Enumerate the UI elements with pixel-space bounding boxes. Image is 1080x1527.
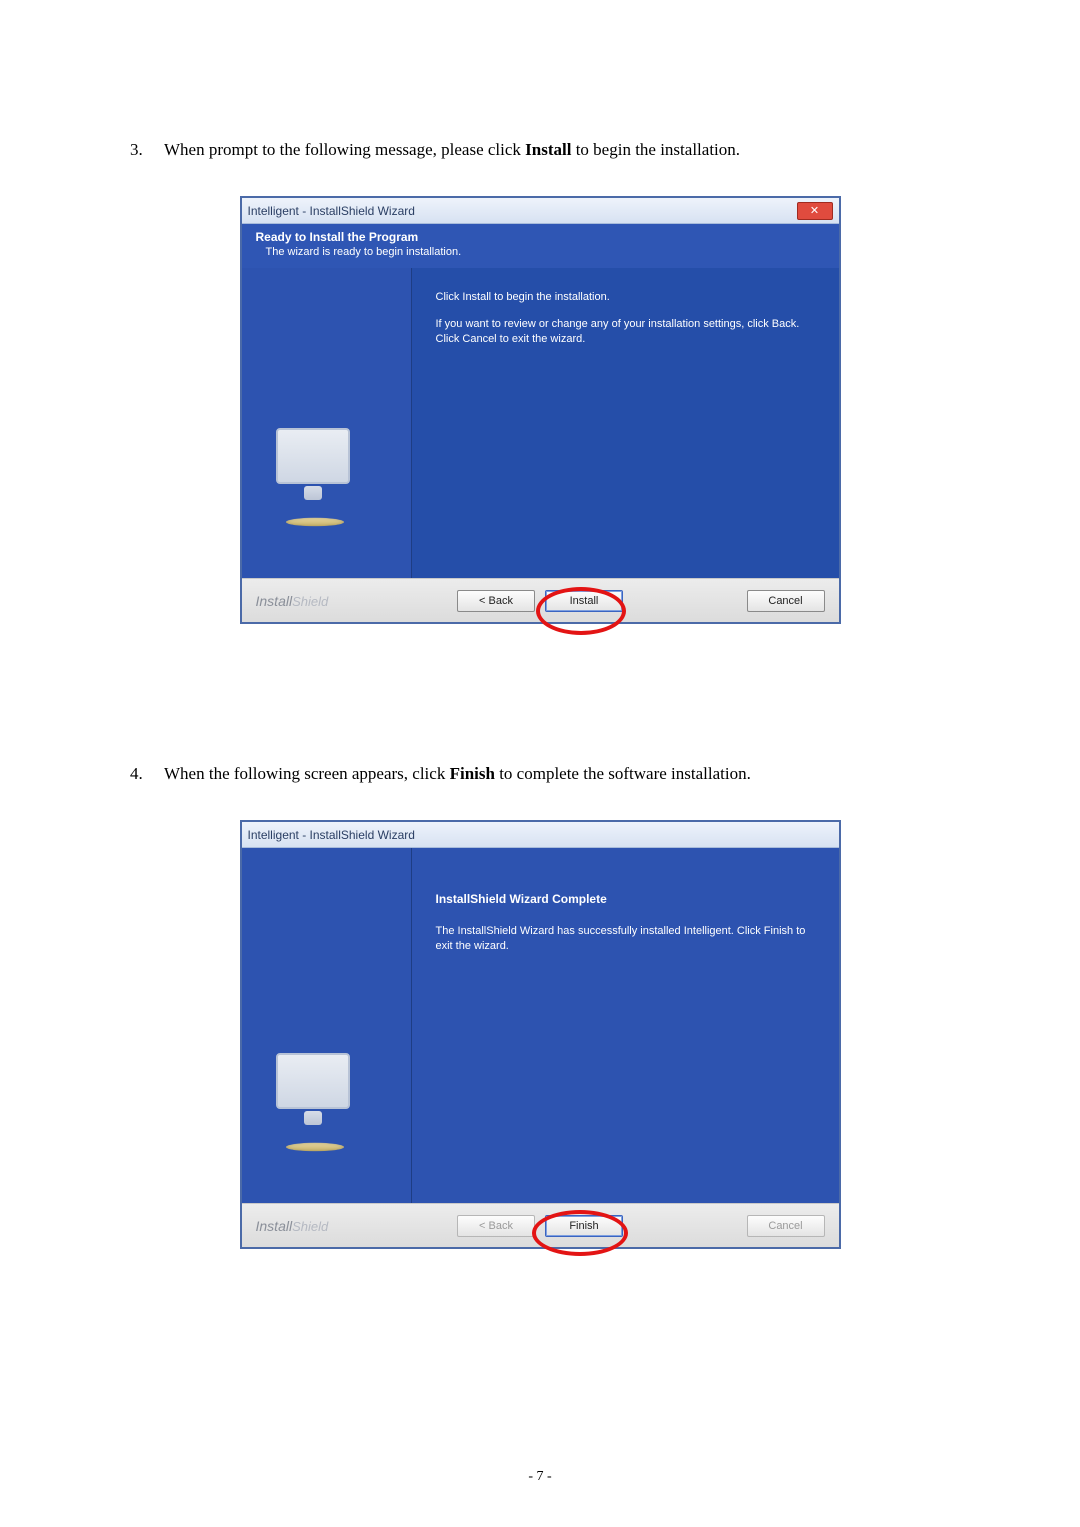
content-panel: InstallShield Wizard Complete The Instal… [412, 848, 839, 1203]
brand: InstallShield [256, 1218, 329, 1234]
step-3-text: When prompt to the following message, pl… [164, 140, 950, 160]
step-4-text: When the following screen appears, click… [164, 764, 950, 784]
window-title: Intelligent - InstallShield Wizard [248, 204, 797, 218]
side-graphic [242, 268, 412, 578]
page-number: - 7 - [0, 1469, 1080, 1485]
banner-subtitle: The wizard is ready to begin installatio… [266, 246, 825, 258]
titlebar: Intelligent - InstallShield Wizard ✕ [242, 198, 839, 224]
cancel-button[interactable]: Cancel [747, 590, 825, 612]
complete-body: The InstallShield Wizard has successfull… [436, 924, 815, 954]
step-4: 4. When the following screen appears, cl… [130, 764, 950, 784]
step4-after: to complete the software installation. [499, 764, 751, 783]
content-line-2: If you want to review or change any of y… [436, 317, 815, 347]
step-num-3: 3. [130, 140, 164, 160]
window-title: Intelligent - InstallShield Wizard [248, 828, 833, 842]
step4-bold: Finish [450, 764, 495, 783]
installer-dialog-ready: Intelligent - InstallShield Wizard ✕ Rea… [240, 196, 841, 624]
close-icon[interactable]: ✕ [797, 202, 833, 220]
step4-before: When the following screen appears, click [164, 764, 450, 783]
step3-after: to begin the installation. [576, 140, 740, 159]
complete-heading: InstallShield Wizard Complete [436, 892, 815, 906]
dialog-footer: InstallShield < Back Finish Cancel [242, 1203, 839, 1247]
computer-icon [276, 428, 350, 484]
side-graphic [242, 848, 412, 1203]
computer-icon [276, 1053, 350, 1109]
back-button: < Back [457, 1215, 535, 1237]
step3-bold: Install [525, 140, 571, 159]
dialog-footer: InstallShield < Back Install Cancel [242, 578, 839, 622]
content-line-1: Click Install to begin the installation. [436, 290, 815, 305]
brand: InstallShield [256, 593, 329, 609]
banner: Ready to Install the Program The wizard … [242, 224, 839, 268]
titlebar: Intelligent - InstallShield Wizard [242, 822, 839, 848]
finish-button[interactable]: Finish [545, 1215, 623, 1237]
step-3: 3. When prompt to the following message,… [130, 140, 950, 160]
cancel-button: Cancel [747, 1215, 825, 1237]
installer-dialog-complete: Intelligent - InstallShield Wizard Insta… [240, 820, 841, 1249]
install-button[interactable]: Install [545, 590, 623, 612]
step-num-4: 4. [130, 764, 164, 784]
content-panel: Click Install to begin the installation.… [412, 268, 839, 578]
step3-before: When prompt to the following message, pl… [164, 140, 525, 159]
back-button[interactable]: < Back [457, 590, 535, 612]
banner-title: Ready to Install the Program [256, 230, 825, 244]
